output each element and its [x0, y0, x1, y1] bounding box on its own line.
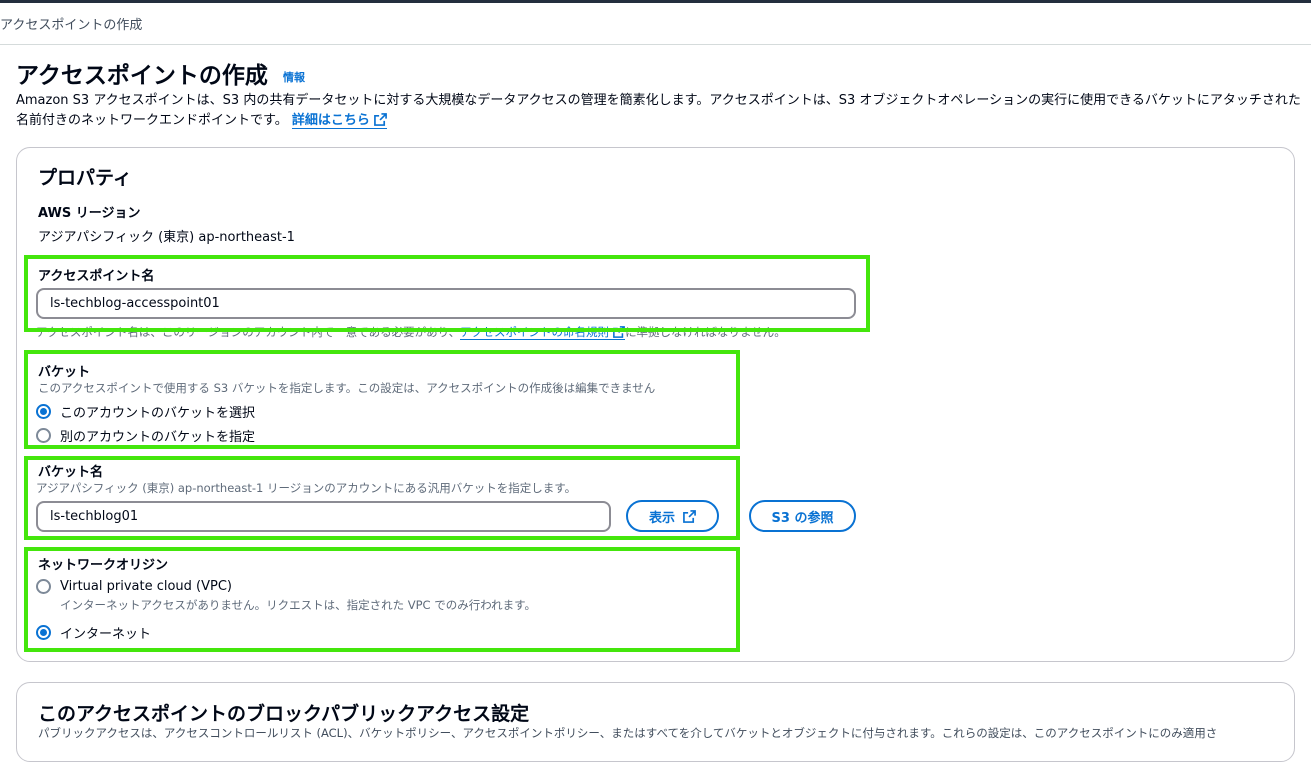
- radio-label: Virtual private cloud (VPC): [60, 579, 232, 594]
- radio-label: インターネット: [60, 627, 152, 642]
- radio-button[interactable]: [36, 579, 51, 594]
- view-button[interactable]: 表示: [626, 500, 719, 532]
- access-point-name-label: アクセスポイント名: [38, 269, 155, 284]
- radio-button[interactable]: [36, 625, 51, 640]
- page-title: アクセスポイントの作成: [16, 63, 268, 89]
- external-link-icon: [683, 509, 696, 523]
- radio-internet[interactable]: インターネット: [36, 623, 151, 642]
- radio-button[interactable]: [36, 404, 51, 419]
- page-description-text: Amazon S3 アクセスポイントは、S3 内の共有データセットに対する大規模…: [16, 93, 1301, 128]
- naming-rules-label: アクセスポイントの命名規則: [460, 325, 610, 339]
- naming-rules-link[interactable]: アクセスポイントの命名規則: [460, 325, 626, 340]
- region-value: アジアパシフィック (東京) ap-northeast-1: [38, 230, 295, 245]
- radio-this-account[interactable]: このアカウントのバケットを選択: [36, 402, 255, 421]
- access-point-name-hint-tail: に準拠しなければなりません。: [625, 325, 786, 339]
- block-public-access-heading: このアクセスポイントのブロックパブリックアクセス設定: [38, 703, 530, 725]
- external-link-icon: [373, 113, 387, 126]
- radio-label: このアカウントのバケットを選択: [60, 406, 256, 421]
- radio-other-account[interactable]: 別のアカウントのバケットを指定: [36, 426, 255, 445]
- radio-vpc[interactable]: Virtual private cloud (VPC): [36, 579, 232, 594]
- block-public-access-description: パブリックアクセスは、アクセスコントロールリスト (ACL)、バケットポリシー、…: [38, 726, 1218, 740]
- vpc-description: インターネットアクセスがありません。リクエストは、指定された VPC でのみ行わ…: [60, 598, 536, 612]
- region-label: AWS リージョン: [38, 206, 141, 221]
- bucket-name-input[interactable]: ls-techblog01: [36, 501, 611, 532]
- radio-button[interactable]: [36, 428, 51, 443]
- access-point-name-hint: アクセスポイント名は、このリージョンのアカウント内で一意である必要があり、アクセ…: [36, 324, 786, 340]
- bucket-description: このアクセスポイントで使用する S3 バケットを指定します。この設定は、アクセス…: [38, 381, 656, 395]
- access-point-name-input[interactable]: ls-techblog-accesspoint01: [36, 288, 856, 319]
- top-bar: [0, 0, 1311, 3]
- view-button-label: 表示: [648, 510, 675, 526]
- properties-heading: プロパティ: [38, 167, 132, 189]
- block-public-access-card: このアクセスポイントのブロックパブリックアクセス設定 パブリックアクセスは、アク…: [16, 682, 1295, 762]
- learn-more-link[interactable]: 詳細はこちら: [291, 113, 387, 129]
- bucket-label: バケット: [38, 365, 91, 380]
- external-link-icon: [613, 326, 625, 338]
- radio-label: 別のアカウントのバケットを指定: [60, 430, 256, 445]
- breadcrumb: アクセスポイントの作成: [0, 18, 143, 33]
- bucket-name-description: アジアパシフィック (東京) ap-northeast-1 リージョンのアカウン…: [36, 481, 577, 495]
- breadcrumb-divider: [0, 44, 1311, 45]
- learn-more-label: 詳細はこちら: [291, 113, 370, 128]
- network-origin-label: ネットワークオリジン: [38, 558, 169, 573]
- page-description: Amazon S3 アクセスポイントは、S3 内の共有データセットに対する大規模…: [16, 91, 1306, 131]
- properties-card: プロパティ AWS リージョン アジアパシフィック (東京) ap-northe…: [16, 147, 1295, 662]
- info-link[interactable]: 情報: [283, 69, 305, 85]
- browse-s3-button[interactable]: S3 の参照: [749, 500, 856, 532]
- access-point-name-hint-text: アクセスポイント名は、このリージョンのアカウント内で一意である必要があり、: [36, 325, 461, 339]
- bucket-name-label: バケット名: [38, 465, 104, 480]
